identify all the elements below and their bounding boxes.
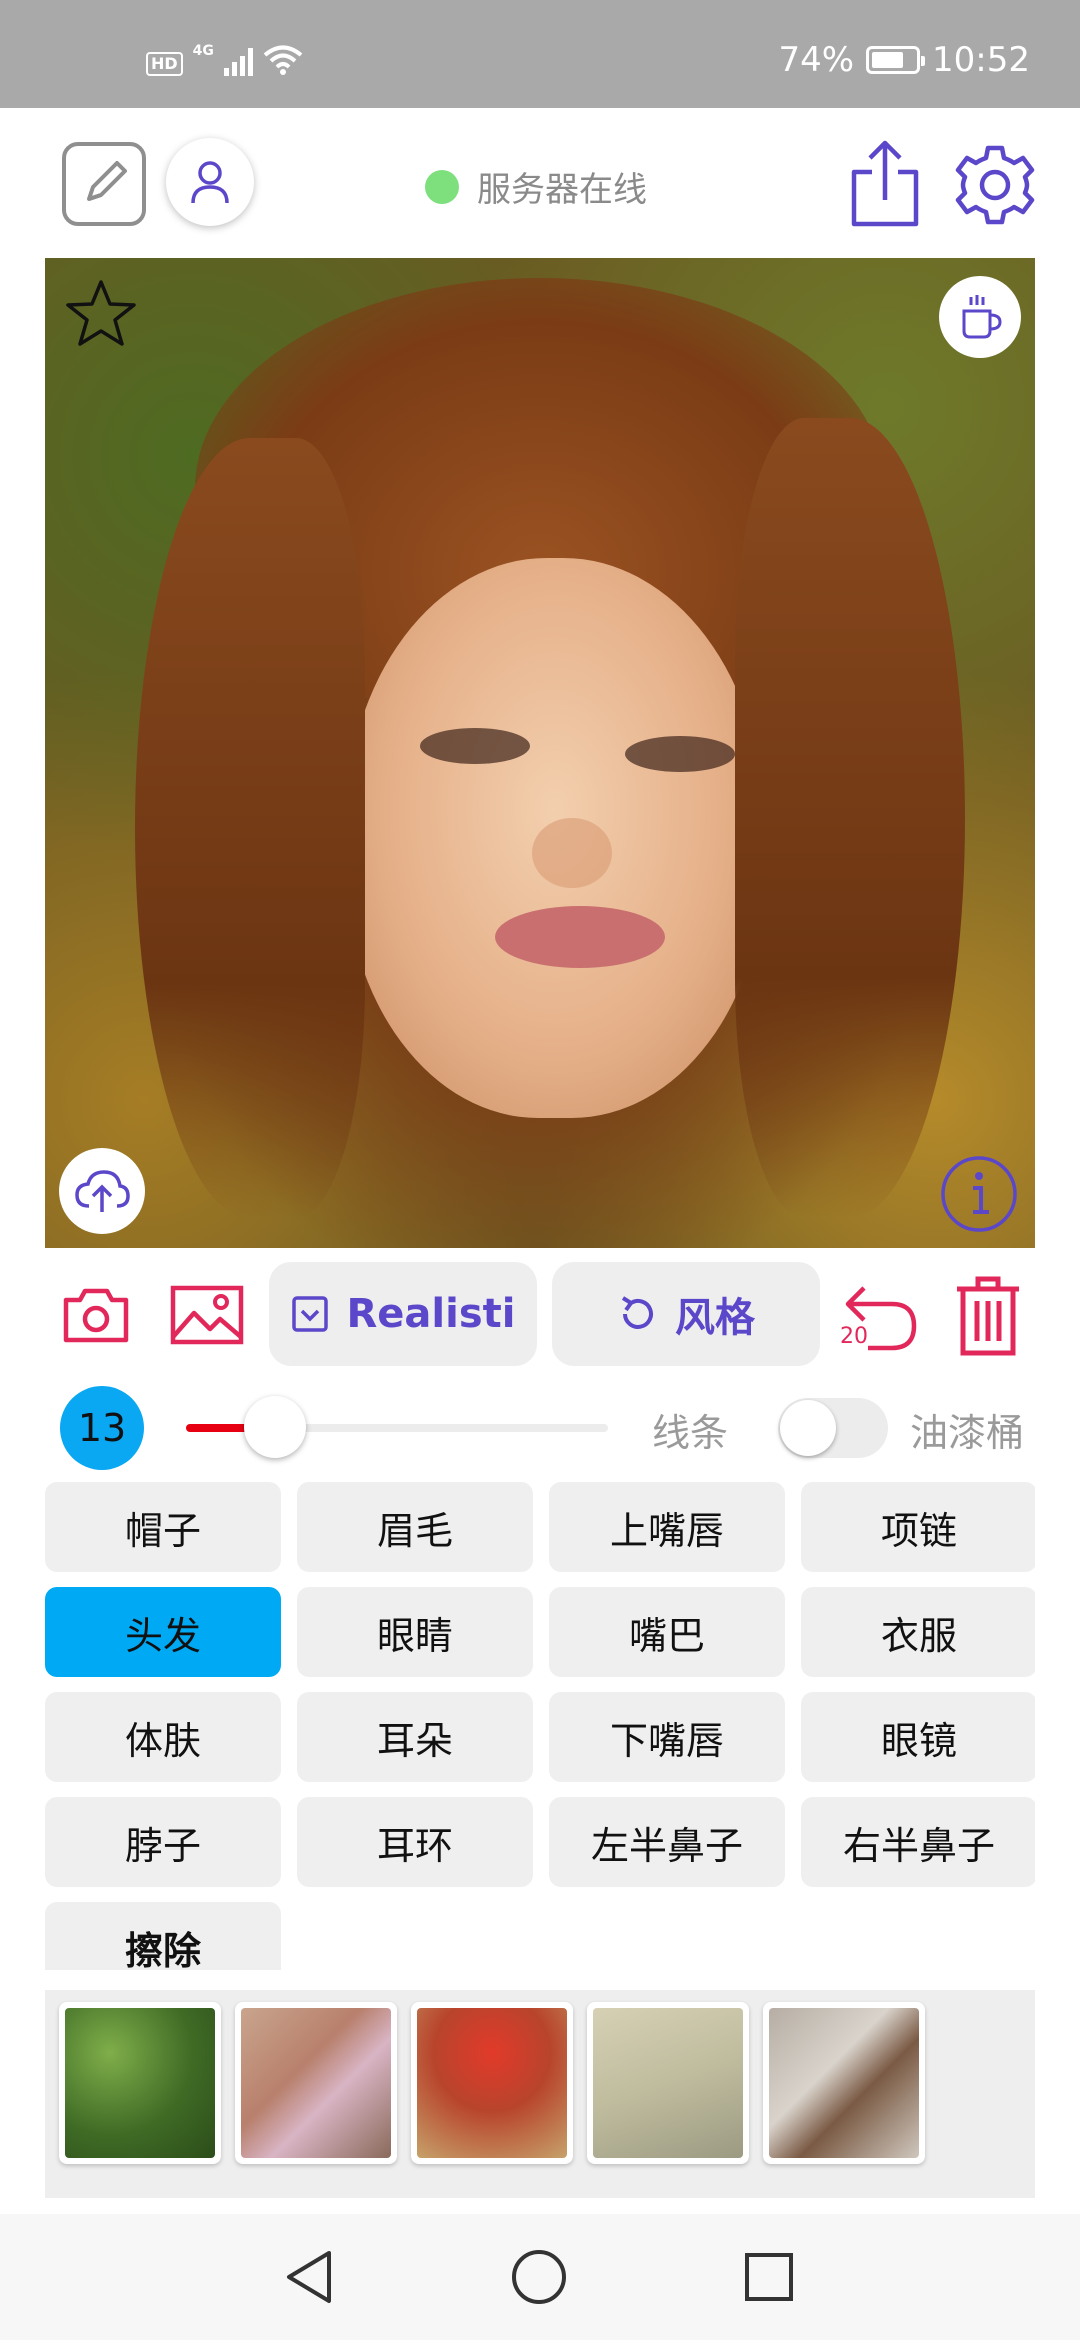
status-left: HD 4G: [146, 44, 303, 76]
face-part-button[interactable]: 帽子: [45, 1482, 281, 1572]
texture-beige-stone[interactable]: [587, 2002, 749, 2164]
network-type: 4G: [192, 43, 214, 59]
texture-pink-crystals[interactable]: [235, 2002, 397, 2164]
action-row: Realisti 风格 20: [0, 1262, 1080, 1368]
cloud-upload-icon[interactable]: [59, 1148, 145, 1234]
navigation-bar: [0, 2214, 1080, 2340]
hair-left: [135, 438, 365, 1218]
face-part-button[interactable]: 眼睛: [297, 1587, 533, 1677]
server-status-text: 服务器在线: [477, 170, 647, 210]
hd-badge: HD: [146, 52, 183, 76]
hair-right: [735, 418, 965, 1218]
share-icon[interactable]: [848, 138, 922, 230]
paint-bucket-label: 油漆桶: [910, 1411, 1025, 1455]
clock: 10:52: [932, 40, 1030, 80]
face-part-button[interactable]: 眼镜: [801, 1692, 1035, 1782]
face-part-button[interactable]: 项链: [801, 1482, 1035, 1572]
home-icon[interactable]: [504, 2242, 574, 2312]
erase-button[interactable]: 擦除: [45, 1902, 281, 1970]
lips: [495, 906, 665, 968]
status-bar: HD 4G 74% 10:52: [0, 0, 1080, 108]
texture-red-flowers[interactable]: [411, 2002, 573, 2164]
brush-size-badge[interactable]: 13: [60, 1386, 144, 1470]
user-icon[interactable]: [166, 138, 254, 226]
texture-swatch: [593, 2008, 743, 2158]
toggle-knob: [780, 1400, 836, 1456]
model-label: Realisti: [346, 1291, 516, 1337]
left-eye: [420, 728, 530, 764]
face-part-button[interactable]: 上嘴唇: [549, 1482, 785, 1572]
face-part-button[interactable]: 右半鼻子: [801, 1797, 1035, 1887]
back-icon[interactable]: [274, 2242, 344, 2312]
face-part-button[interactable]: 下嘴唇: [549, 1692, 785, 1782]
star-icon[interactable]: [63, 276, 139, 352]
nose: [532, 818, 612, 888]
face-part-button[interactable]: 左半鼻子: [549, 1797, 785, 1887]
top-toolbar: 服务器在线: [0, 108, 1080, 258]
texture-green-foliage[interactable]: [59, 2002, 221, 2164]
model-selector-button[interactable]: Realisti: [269, 1262, 537, 1366]
coffee-cup-icon[interactable]: [939, 276, 1021, 358]
texture-swatch: [65, 2008, 215, 2158]
image-icon[interactable]: [170, 1282, 244, 1348]
texture-swatch: [241, 2008, 391, 2158]
face-part-button[interactable]: 体肤: [45, 1692, 281, 1782]
texture-swatch: [417, 2008, 567, 2158]
style-label: 风格: [675, 1295, 755, 1341]
paint-bucket-toggle[interactable]: [778, 1398, 888, 1458]
gear-icon[interactable]: [952, 142, 1038, 228]
server-status: 服务器在线: [425, 162, 647, 211]
face-part-button[interactable]: 嘴巴: [549, 1587, 785, 1677]
style-button[interactable]: 风格: [552, 1262, 820, 1366]
signal-icon: [223, 46, 253, 76]
face-part-button[interactable]: 衣服: [801, 1587, 1035, 1677]
face-part-button[interactable]: 眉毛: [297, 1482, 533, 1572]
face-parts-grid: 帽子 眉毛 上嘴唇 项链头发 眼睛 嘴巴 衣服体肤 耳朵 下嘴唇 眼镜脖子 耳环 左半鼻子 右半鼻子擦除: [45, 1482, 1035, 1970]
face-part-button[interactable]: 头发: [45, 1587, 281, 1677]
battery-icon: [866, 46, 926, 74]
face-part-button[interactable]: 耳环: [297, 1797, 533, 1887]
texture-strip: [45, 1990, 1035, 2198]
camera-icon[interactable]: [60, 1282, 132, 1348]
texture-swatch: [769, 2008, 919, 2158]
info-icon[interactable]: [939, 1154, 1019, 1234]
wifi-icon: [263, 45, 303, 75]
slider-thumb[interactable]: [243, 1396, 306, 1458]
photo-canvas[interactable]: [45, 258, 1035, 1248]
status-right: 74% 10:52: [778, 40, 1030, 80]
battery-percent: 74%: [778, 40, 855, 80]
line-mode-label: 线条: [652, 1411, 729, 1455]
face-part-button[interactable]: 脖子: [45, 1797, 281, 1887]
trash-icon[interactable]: [950, 1274, 1026, 1358]
app-screen: HD 4G 74% 10:52 服务器在线 Realisti 风格 20 13 …: [0, 0, 1080, 2340]
undo-count: 20: [840, 1324, 868, 1349]
texture-grey-fabric[interactable]: [763, 2002, 925, 2164]
right-eye: [625, 736, 735, 772]
face-part-button[interactable]: 耳朵: [297, 1692, 533, 1782]
status-dot: [425, 169, 459, 204]
recents-icon[interactable]: [734, 2242, 804, 2312]
brush-settings: 13 线条 油漆桶: [0, 1384, 1080, 1470]
edit-icon[interactable]: [62, 142, 146, 226]
checkbox-icon: [291, 1296, 328, 1332]
rotate-icon: [621, 1296, 653, 1329]
